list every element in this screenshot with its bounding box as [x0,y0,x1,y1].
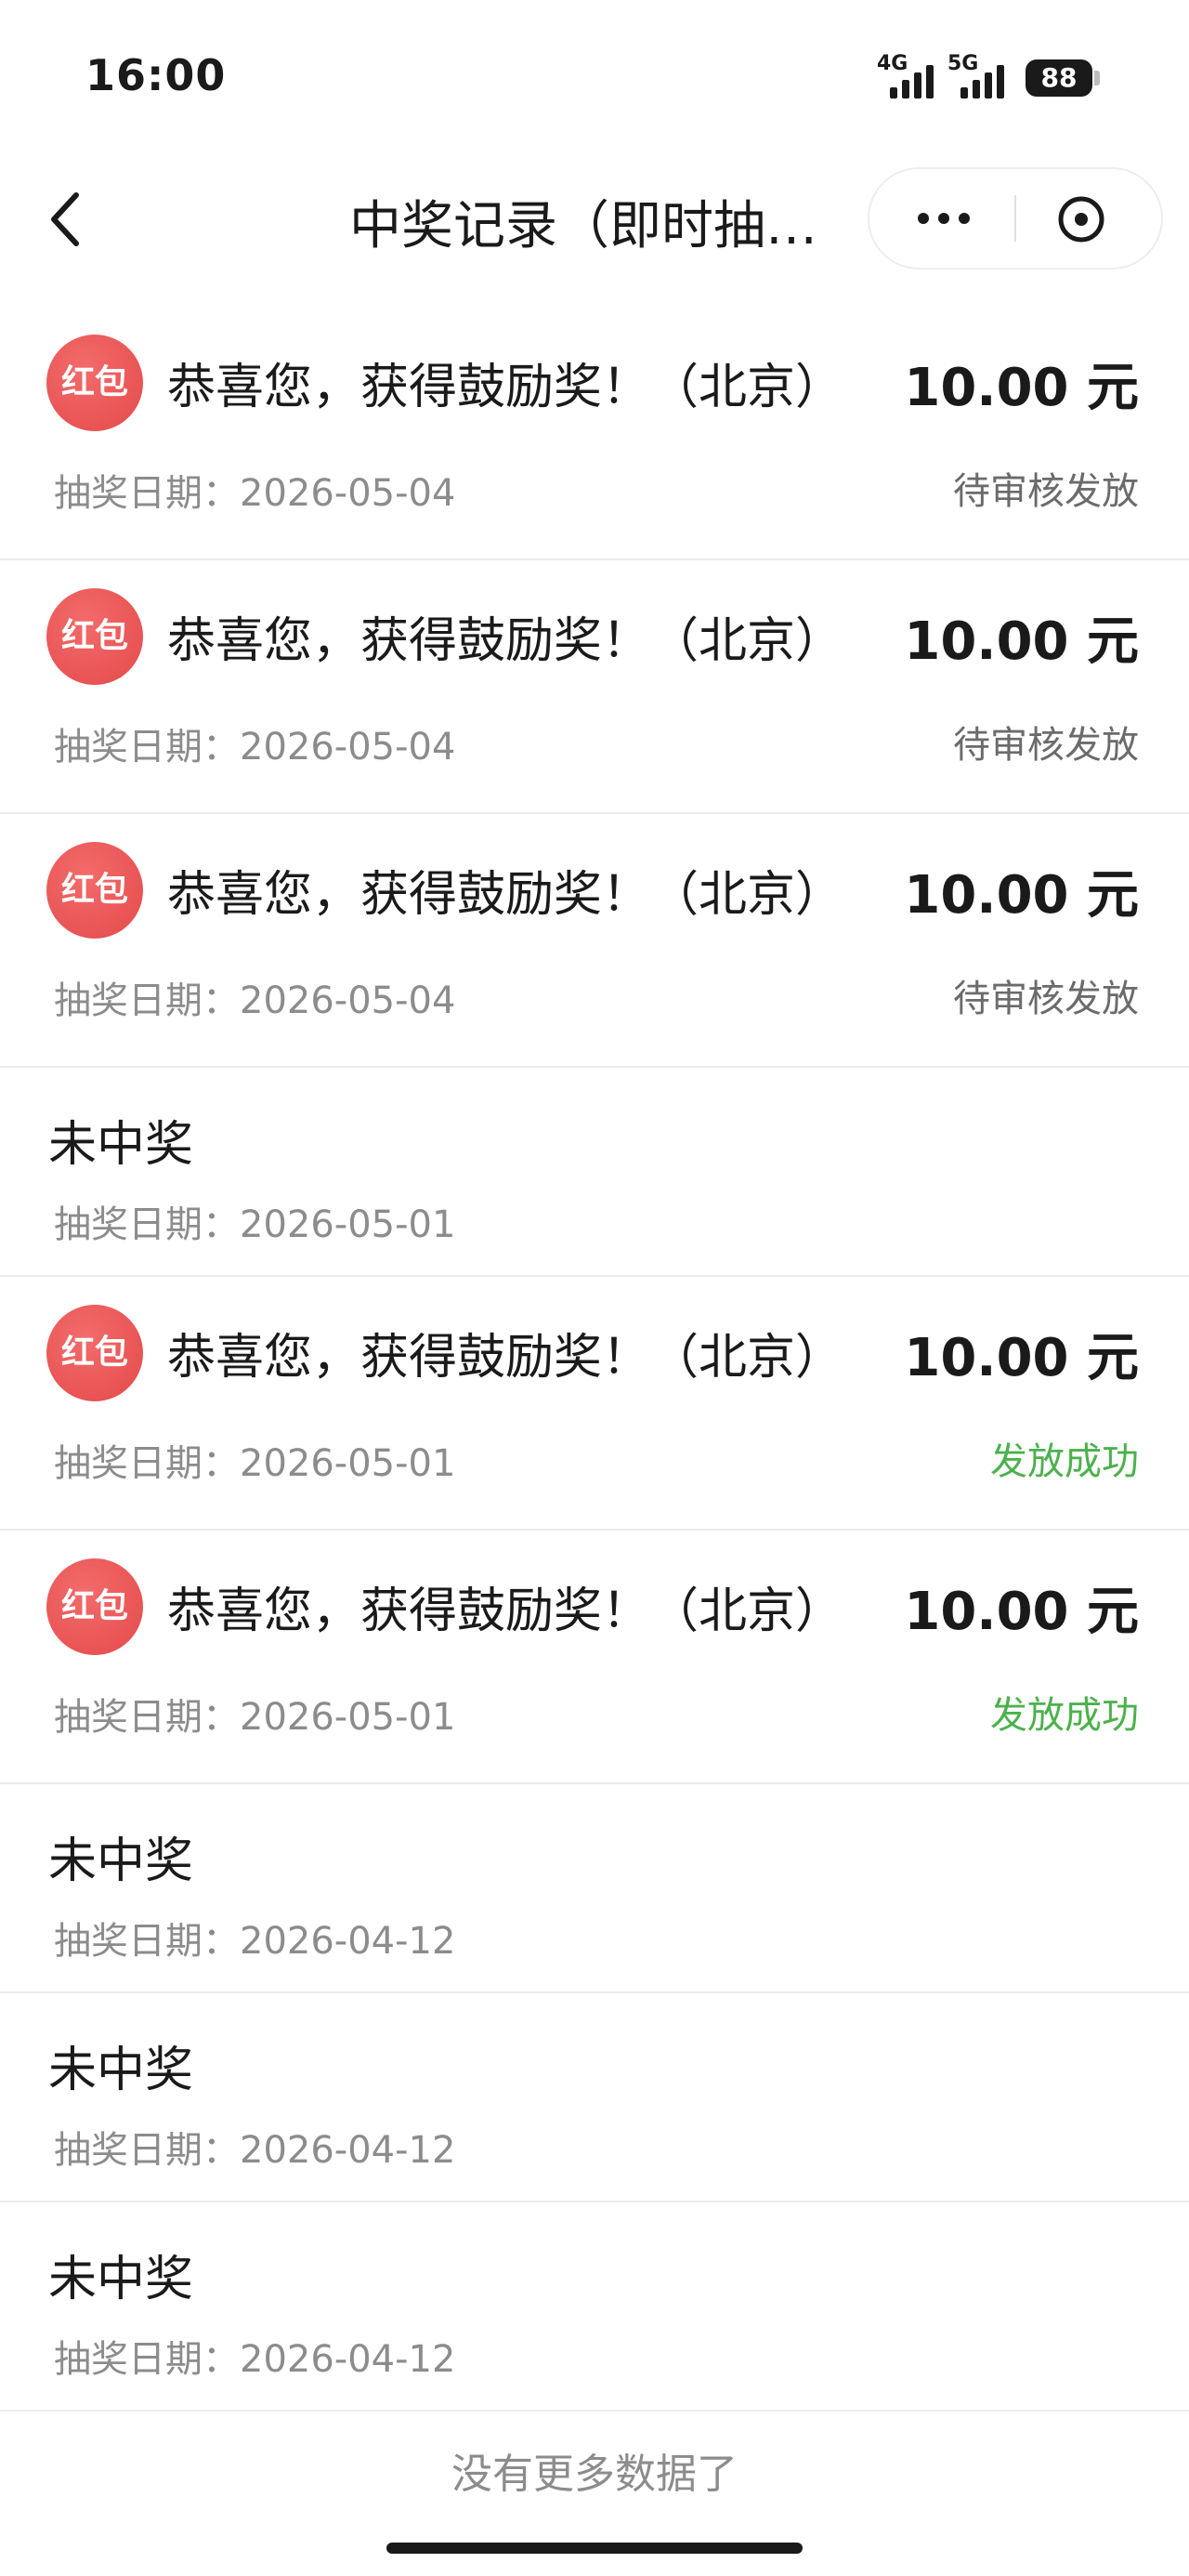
list-item[interactable]: 红包 恭喜您，获得鼓励奖！（北京） 10.00 元 抽奖日期：2026-05-0… [0,1277,1189,1531]
red-packet-badge: 红包 [46,1305,143,1401]
prize-amount: 10.00 元 [904,1328,1139,1388]
list-item[interactable]: 未中奖 抽奖日期：2026-05-01 [0,1068,1189,1277]
red-packet-badge: 红包 [46,842,143,939]
no-prize-text: 未中奖 [48,1117,194,1173]
status-badge: 发放成功 [990,1440,1139,1483]
no-more-data-text: 没有更多数据了 [451,2451,738,2498]
record-list: 红包 恭喜您，获得鼓励奖！（北京） 10.00 元 抽奖日期：2026-05-0… [0,307,1189,2412]
more-button[interactable] [897,169,990,268]
prize-record-page: 16:00 4G 5G 88 中奖记录（即时抽… 红包 恭喜您，获得鼓励奖！（北… [0,0,1189,2576]
capsule-divider [1014,195,1016,242]
draw-date: 抽奖日期：2026-05-01 [54,1203,456,1246]
chevron-left-icon [51,192,79,246]
red-packet-badge: 红包 [46,1558,143,1655]
prize-amount: 10.00 元 [904,358,1139,418]
list-item[interactable]: 未中奖 抽奖日期：2026-04-12 [0,2202,1189,2412]
status-badge: 待审核发放 [953,724,1139,767]
prize-text: 恭喜您，获得鼓励奖！（北京） [167,613,844,669]
home-indicator[interactable] [386,2543,803,2554]
draw-date: 抽奖日期：2026-05-04 [54,472,456,515]
status-badge: 待审核发放 [953,978,1139,1020]
draw-date: 抽奖日期：2026-04-12 [54,1920,456,1963]
page-title: 中奖记录（即时抽… [349,196,817,256]
prize-text: 恭喜您，获得鼓励奖！（北京） [167,1330,844,1386]
more-dots-icon [918,213,929,224]
prize-amount: 10.00 元 [904,1582,1139,1642]
no-prize-text: 未中奖 [48,1833,194,1889]
list-item[interactable]: 红包 恭喜您，获得鼓励奖！（北京） 10.00 元 抽奖日期：2026-05-0… [0,1531,1189,1784]
status-time: 16:00 [85,50,227,100]
no-prize-text: 未中奖 [48,2043,194,2098]
list-item[interactable]: 红包 恭喜您，获得鼓励奖！（北京） 10.00 元 抽奖日期：2026-05-0… [0,814,1189,1068]
no-prize-text: 未中奖 [48,2252,194,2307]
list-item[interactable]: 未中奖 抽奖日期：2026-04-12 [0,1784,1189,1993]
nav-bar: 中奖记录（即时抽… [0,158,1189,279]
list-item[interactable]: 红包 恭喜您，获得鼓励奖！（北京） 10.00 元 抽奖日期：2026-05-0… [0,560,1189,814]
prize-text: 恭喜您，获得鼓励奖！（北京） [167,1584,844,1639]
prize-amount: 10.00 元 [904,865,1139,926]
list-item[interactable]: 红包 恭喜您，获得鼓励奖！（北京） 10.00 元 抽奖日期：2026-05-0… [0,307,1189,560]
close-circle-icon [1058,196,1104,243]
battery-icon: 88 [1026,59,1092,97]
prize-text: 恭喜您，获得鼓励奖！（北京） [167,867,844,923]
status-bar: 16:00 4G 5G 88 [0,0,1189,149]
prize-text: 恭喜您，获得鼓励奖！（北京） [167,360,844,415]
draw-date: 抽奖日期：2026-05-04 [54,979,456,1022]
battery-tip [1094,71,1100,85]
draw-date: 抽奖日期：2026-05-01 [54,1442,456,1485]
back-button[interactable] [37,182,93,256]
prize-amount: 10.00 元 [904,611,1139,672]
status-badge: 发放成功 [990,1694,1139,1737]
draw-date: 抽奖日期：2026-04-12 [54,2129,456,2172]
mini-program-capsule [868,167,1163,269]
status-badge: 待审核发放 [953,470,1139,513]
close-button[interactable] [1055,193,1107,245]
draw-date: 抽奖日期：2026-05-01 [54,1696,456,1739]
list-item[interactable]: 未中奖 抽奖日期：2026-04-12 [0,1993,1189,2202]
red-packet-badge: 红包 [46,335,143,431]
draw-date: 抽奖日期：2026-04-12 [54,2338,456,2381]
draw-date: 抽奖日期：2026-05-04 [54,726,456,769]
red-packet-badge: 红包 [46,588,143,685]
